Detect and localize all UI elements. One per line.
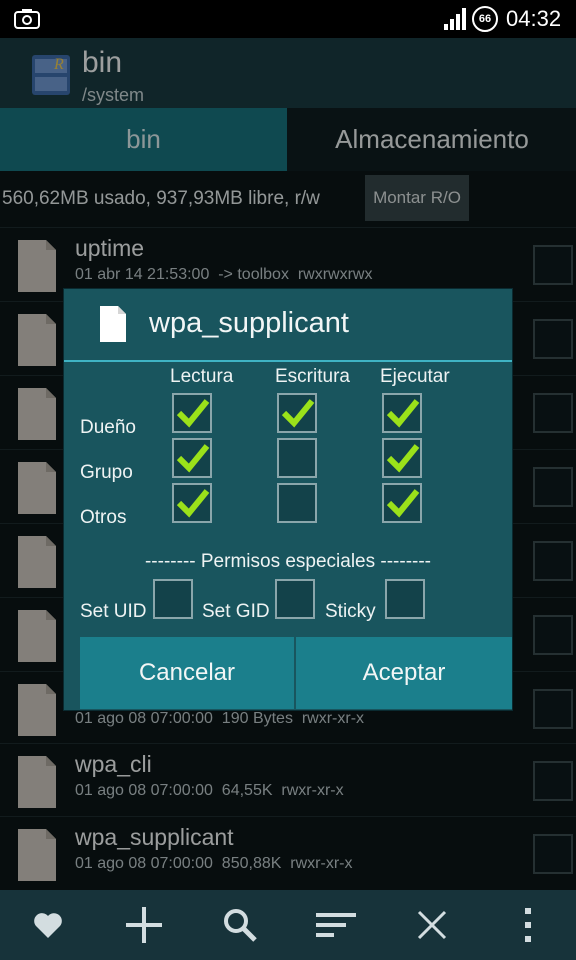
checkbox-owner-read[interactable] (172, 393, 212, 433)
set-uid-checkbox[interactable] (153, 579, 193, 619)
sort-icon[interactable] (316, 905, 356, 945)
file-icon (100, 306, 126, 342)
sticky-checkbox[interactable] (385, 579, 425, 619)
checkmark-icon (176, 399, 210, 428)
signal-icon (444, 8, 466, 30)
dialog-header: wpa_supplicant (64, 289, 512, 362)
checkbox-others-execute[interactable] (382, 483, 422, 523)
overflow-menu-icon[interactable] (508, 905, 548, 945)
bottom-toolbar (0, 890, 576, 960)
checkmark-icon (386, 489, 420, 518)
set-gid-label: Set GID (202, 601, 270, 622)
special-permissions-header: -------- Permisos especiales -------- (144, 551, 432, 572)
checkbox-owner-execute[interactable] (382, 393, 422, 433)
row-label-owner: Dueño (80, 417, 136, 438)
checkmark-icon (176, 489, 210, 518)
checkbox-owner-write[interactable] (277, 393, 317, 433)
clock: 04:32 (506, 6, 562, 31)
cancel-button[interactable]: Cancelar (80, 637, 294, 709)
status-bar: 66 04:32 (0, 0, 576, 38)
checkmark-icon (386, 444, 420, 473)
checkbox-others-read[interactable] (172, 483, 212, 523)
battery-icon: 66 (472, 6, 498, 32)
sticky-label: Sticky (325, 601, 376, 622)
permissions-dialog: wpa_supplicant Lectura Escritura Ejecuta… (64, 289, 512, 710)
plus-icon[interactable] (124, 905, 164, 945)
set-uid-label: Set UID (80, 601, 147, 622)
accept-button[interactable]: Aceptar (296, 637, 512, 709)
checkbox-group-write[interactable] (277, 438, 317, 478)
checkbox-group-read[interactable] (172, 438, 212, 478)
column-header-write: Escritura (275, 366, 350, 387)
heart-icon[interactable] (28, 905, 68, 945)
set-gid-checkbox[interactable] (275, 579, 315, 619)
column-header-read: Lectura (170, 366, 234, 387)
dialog-title: wpa_supplicant (149, 307, 349, 339)
checkmark-icon (281, 399, 315, 428)
column-header-execute: Ejecutar (380, 366, 450, 387)
row-label-others: Otros (80, 507, 127, 528)
checkbox-others-write[interactable] (277, 483, 317, 523)
search-icon[interactable] (220, 905, 260, 945)
checkmark-icon (386, 399, 420, 428)
row-label-group: Grupo (80, 462, 133, 483)
close-icon[interactable] (412, 905, 452, 945)
checkmark-icon (176, 444, 210, 473)
checkbox-group-execute[interactable] (382, 438, 422, 478)
camera-icon (14, 9, 40, 29)
